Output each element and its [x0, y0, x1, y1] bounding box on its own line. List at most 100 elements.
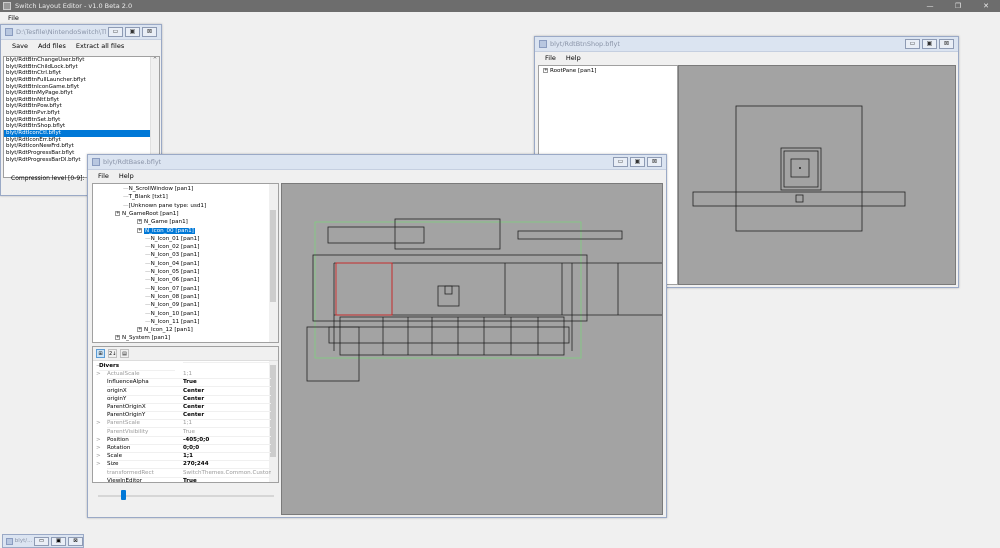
tree-node[interactable]: —N_ScrollWindow [pan1] [123, 186, 193, 193]
expand-icon[interactable]: + [137, 327, 142, 333]
tree-node[interactable]: + N_Icon_00 [pan1] [137, 227, 195, 235]
maximize-button[interactable]: ▣ [630, 157, 645, 167]
close-button[interactable]: ⊠ [647, 157, 662, 167]
maximize-button[interactable]: ▣ [922, 39, 937, 49]
file-list-item[interactable]: blyt/RdtIconNewFrd.bflyt [4, 143, 159, 150]
file-list-item[interactable]: blyt/RdtBtnIconGame.bflyt [4, 84, 159, 91]
property-expand-icon[interactable]: > [96, 419, 102, 427]
base-layout-canvas[interactable] [281, 183, 663, 515]
app-minimize-button[interactable]: — [916, 0, 944, 12]
close-button[interactable]: ⊠ [142, 27, 157, 37]
add-files-button[interactable]: Add files [33, 42, 71, 50]
file-list-item[interactable]: blyt/RdtBtnChildLock.bflyt [4, 64, 159, 71]
tree-node[interactable]: —T_Blank [txt1] [123, 194, 168, 201]
property-row[interactable]: > Scale 1;1 [93, 452, 271, 462]
property-row[interactable]: > Size 270;244 [93, 460, 271, 470]
minimize-button[interactable]: ▭ [905, 39, 920, 49]
expand-icon[interactable]: + [115, 210, 120, 216]
menu-help[interactable]: Help [114, 172, 139, 180]
property-expand-icon[interactable]: > [96, 370, 102, 378]
file-list-item[interactable]: blyt/RdtBtnFullLauncher.bflyt [4, 77, 159, 84]
property-row[interactable]: transformedRect SwitchThemes.Common.Custo… [93, 469, 271, 478]
file-list-item[interactable]: blyt/RdtBtnPvr.bflyt [4, 110, 159, 117]
slider-thumb[interactable] [121, 490, 126, 500]
expand-icon[interactable]: + [543, 68, 548, 73]
file-list-item[interactable]: blyt/RdtIconCtl.bflyt [4, 130, 159, 137]
tree-node[interactable]: —N_Icon_10 [pan1] [145, 311, 199, 318]
property-row[interactable]: originX Center [93, 387, 271, 396]
tree-node[interactable]: —N_Icon_01 [pan1] [145, 236, 199, 243]
menu-file[interactable]: File [540, 54, 561, 62]
tree-node[interactable]: —N_Icon_05 [pan1] [145, 269, 199, 276]
property-row[interactable]: > Rotation 0;0;0 [93, 444, 271, 453]
app-close-button[interactable]: ✕ [972, 0, 1000, 12]
tree-node[interactable]: —N_Icon_07 [pan1] [145, 286, 199, 293]
zoom-slider[interactable] [92, 485, 279, 509]
property-row[interactable]: originY Center [93, 395, 271, 404]
minimize-button[interactable]: ▭ [108, 27, 123, 37]
tree-node-rootpane[interactable]: + RootPane [pan1] [543, 68, 596, 75]
property-expand-icon[interactable]: > [96, 436, 102, 444]
close-button[interactable]: ⊠ [939, 39, 954, 49]
property-row[interactable]: > ActualScale 1;1 [93, 370, 271, 380]
file-list-item[interactable]: blyt/RdtBtnCtrl.bflyt [4, 70, 159, 77]
property-grid[interactable]: ⊞ 2↓ ▤ − Divers > ActualScale 1;1 InfluenceAl… [92, 346, 279, 483]
property-row[interactable]: ViewInEditor True [93, 477, 271, 482]
app-menu-file[interactable]: File [0, 12, 27, 24]
minimized-window[interactable]: blyt/... ▭ ▣ ⊠ [2, 534, 84, 548]
property-row[interactable]: ParentOriginX Center [93, 403, 271, 412]
property-expand-icon[interactable]: > [96, 444, 102, 452]
file-list-item[interactable]: blyt/RdtBtnMyPage.bflyt [4, 90, 159, 97]
tree-node[interactable]: —N_Icon_08 [pan1] [145, 294, 199, 301]
property-expand-icon[interactable]: > [96, 452, 102, 460]
restore-button[interactable]: ▭ [34, 536, 49, 546]
tree-node[interactable]: —N_Icon_02 [pan1] [145, 244, 199, 251]
archive-window-titlebar[interactable]: D:\Tesfile\NintendoSwitch\Th... ▭ ▣ ⊠ [1, 25, 161, 40]
shop-window-titlebar[interactable]: blyt/RdtBtnShop.bflyt ▭ ▣ ⊠ [535, 37, 958, 52]
property-row[interactable]: − Divers [93, 362, 271, 371]
base-pane-tree[interactable]: —N_ScrollWindow [pan1] —T_Blank [txt1] —[U… [92, 183, 279, 343]
expand-icon[interactable]: + [137, 219, 142, 225]
shop-layout-canvas[interactable] [678, 65, 956, 285]
tree-node[interactable]: + N_Icon_12 [pan1] [137, 327, 193, 334]
maximize-button[interactable]: ▣ [125, 27, 140, 37]
maximize-button[interactable]: ▣ [51, 536, 66, 546]
property-row[interactable]: InfluenceAlpha True [93, 378, 271, 388]
file-list-item[interactable]: blyt/RdtBtnSet.bflyt [4, 117, 159, 124]
tree-node[interactable]: —N_Icon_04 [pan1] [145, 261, 199, 268]
property-row[interactable]: > Position -405;0;0 [93, 436, 271, 445]
tree-node[interactable]: + N_System [pan1] [115, 335, 170, 342]
expand-icon[interactable]: + [115, 335, 120, 341]
menu-help[interactable]: Help [561, 54, 586, 62]
tree-node[interactable]: —[Unknown pane type: usd1] [123, 203, 206, 210]
property-value[interactable] [183, 362, 271, 363]
tree-scrollbar[interactable] [269, 184, 278, 342]
file-list-item[interactable]: blyt/RdtBtnNtf.bflyt [4, 97, 159, 104]
alphabetical-icon[interactable]: 2↓ [108, 349, 117, 358]
property-row[interactable]: ParentOriginY Center [93, 411, 271, 421]
menu-file[interactable]: File [93, 172, 114, 180]
tree-node[interactable]: —N_Icon_11 [pan1] [145, 319, 199, 326]
categorized-icon[interactable]: ⊞ [96, 349, 105, 358]
scroll-up-icon[interactable]: ^ [151, 57, 159, 63]
base-window-titlebar[interactable]: blyt/RdtBase.bflyt ▭ ▣ ⊠ [88, 155, 666, 170]
file-list-item[interactable]: blyt/RdtBtnPow.bflyt [4, 103, 159, 110]
expand-icon[interactable]: + [137, 227, 142, 233]
property-row[interactable]: > ParentScale 1;1 [93, 419, 271, 429]
property-expand-icon[interactable]: > [96, 460, 102, 468]
minimize-button[interactable]: ▭ [613, 157, 628, 167]
property-row[interactable]: ParentVisibility True [93, 428, 271, 437]
property-pages-icon[interactable]: ▤ [120, 349, 129, 358]
file-list-item[interactable]: blyt/RdtBtnShop.bflyt [4, 123, 159, 130]
file-list-item[interactable]: blyt/RdtBtnChangeUser.bflyt [4, 57, 159, 64]
tree-node[interactable]: —N_Icon_09 [pan1] [145, 302, 199, 309]
tree-node[interactable]: + N_GameRoot [pan1] [115, 210, 179, 218]
property-value[interactable]: True [183, 477, 271, 482]
extract-all-button[interactable]: Extract all files [71, 42, 129, 50]
app-maximize-button[interactable]: ❐ [944, 0, 972, 12]
tree-node[interactable]: —N_Icon_06 [pan1] [145, 277, 199, 284]
file-list-item[interactable]: blyt/RdtIconErr.bflyt [4, 137, 159, 144]
tree-node[interactable]: —N_Icon_03 [pan1] [145, 252, 199, 259]
save-button[interactable]: Save [7, 42, 33, 50]
tree-node[interactable]: + N_Game [pan1] [137, 219, 188, 226]
